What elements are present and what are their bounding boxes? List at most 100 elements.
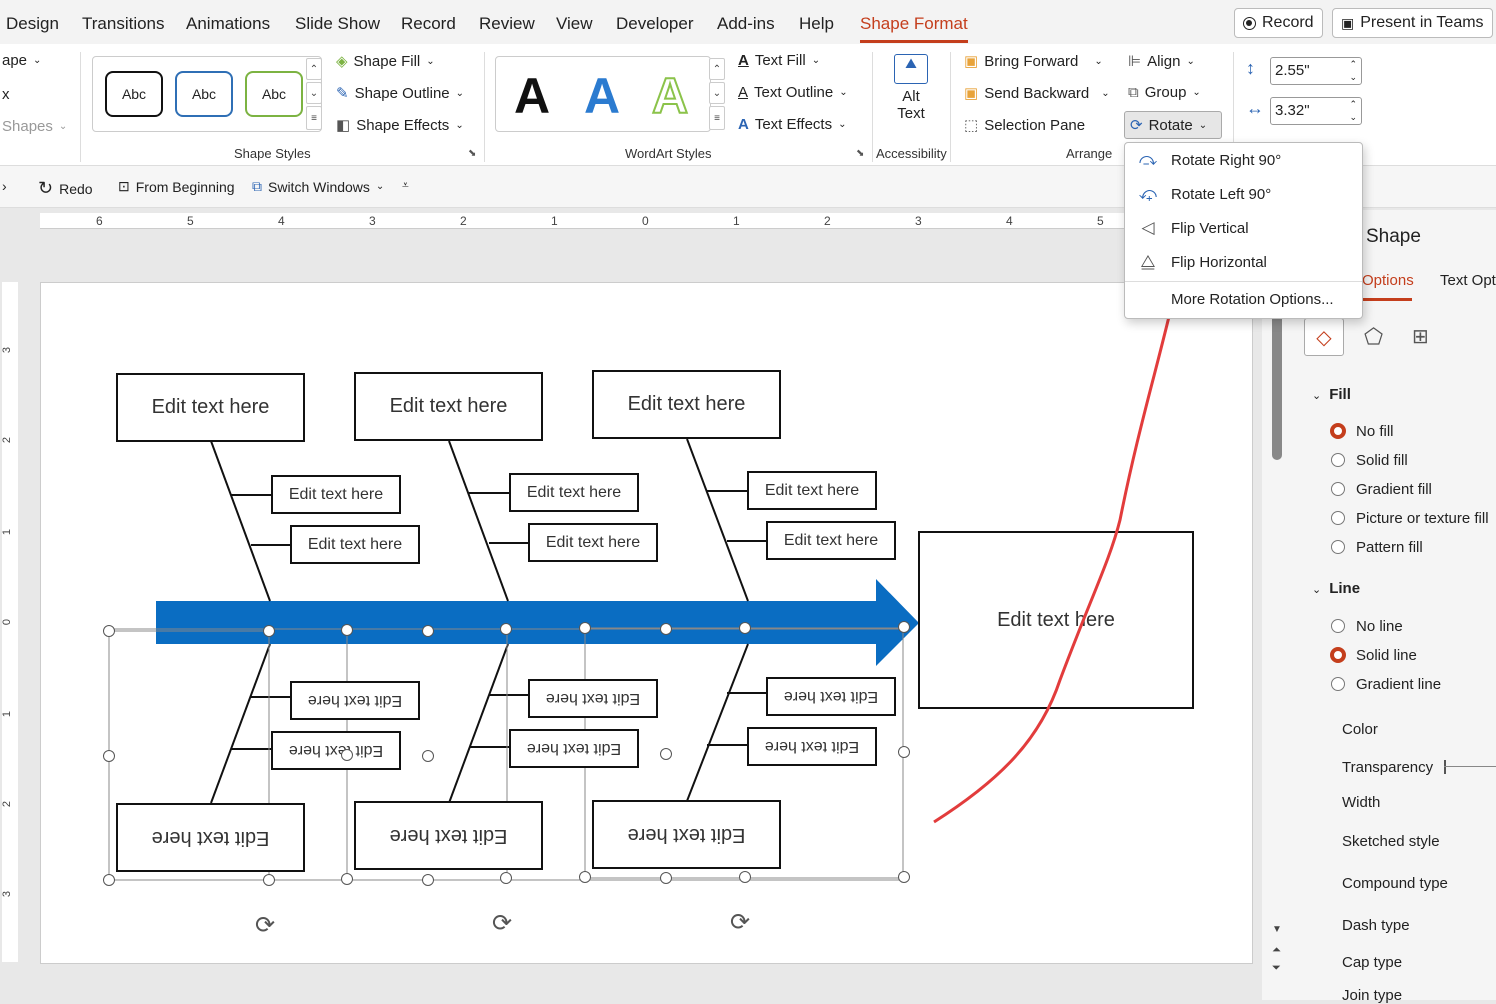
partial-text-box[interactable]: x <box>2 86 10 103</box>
line-section-header[interactable]: ⌄ Line <box>1312 580 1360 597</box>
resize-handle[interactable] <box>341 749 353 761</box>
tab-shape-options[interactable]: Options <box>1362 272 1414 289</box>
resize-handle[interactable] <box>103 750 115 762</box>
rotation-handle-icon[interactable]: ⟳ <box>730 908 750 937</box>
resize-handle[interactable] <box>898 871 910 883</box>
radio-solid-line[interactable] <box>1330 647 1346 663</box>
cause-head-box[interactable]: Edit text here <box>354 372 543 441</box>
alt-text-button[interactable]: ⛰ Alt Text <box>888 54 934 134</box>
shape-style-3[interactable]: Abc <box>245 71 303 117</box>
resize-handle[interactable] <box>103 625 115 637</box>
resize-handle[interactable] <box>579 871 591 883</box>
resize-handle[interactable] <box>422 874 434 886</box>
rotation-handle-icon[interactable]: ⟳ <box>255 911 275 940</box>
rotate-button-label[interactable]: ⟳ Rotate ⌄ <box>1130 116 1207 135</box>
tab-animations[interactable]: Animations <box>186 14 270 34</box>
tab-text-options[interactable]: Text Opt <box>1440 272 1496 289</box>
text-outline-button[interactable]: A Text Outline ⌄ <box>738 84 848 101</box>
shape-style-1[interactable]: Abc <box>105 71 163 117</box>
cause-head-box[interactable]: Edit text here <box>116 373 305 442</box>
radio-gradient-fill[interactable] <box>1331 482 1345 496</box>
resize-handle[interactable] <box>263 625 275 637</box>
tab-developer[interactable]: Developer <box>616 14 694 34</box>
radio-pattern-fill[interactable] <box>1331 540 1345 554</box>
wordart-more[interactable]: ≡ <box>709 106 725 130</box>
fill-section-header[interactable]: ⌄ Fill <box>1312 386 1351 403</box>
send-backward-button[interactable]: ▣ Send Backward ⌄ <box>964 84 1110 103</box>
sub-cause-box[interactable]: Edit text here <box>509 473 639 512</box>
align-button[interactable]: ⊫ Align ⌄ <box>1128 52 1195 71</box>
fill-line-icon[interactable]: ◇ <box>1304 318 1344 356</box>
radio-no-fill[interactable] <box>1330 423 1346 439</box>
width-input[interactable]: 3.32" ⌃ ⌄ <box>1270 97 1362 125</box>
slide-canvas[interactable]: Edit text here Edit text here Edit text … <box>40 282 1253 964</box>
resize-handle[interactable] <box>341 873 353 885</box>
tab-shape-format[interactable]: Shape Format <box>860 14 968 34</box>
transparency-track[interactable] <box>1444 766 1496 767</box>
wordart-style-1[interactable]: A <box>514 67 550 125</box>
present-in-teams-button[interactable]: ▣ Present in Teams <box>1332 8 1493 38</box>
switch-windows-button[interactable]: ⧉ Switch Windows ⌄ <box>252 178 384 195</box>
resize-handle[interactable] <box>103 874 115 886</box>
cause-head-box[interactable]: Edit text here <box>592 370 781 439</box>
resize-handle[interactable] <box>263 874 275 886</box>
menu-item-more-rotation-options[interactable]: More Rotation Options... <box>1125 283 1362 315</box>
undo-partial[interactable]: › <box>2 178 7 194</box>
gallery-more[interactable]: ≡ <box>306 106 322 130</box>
shape-effects-button[interactable]: ◧ Shape Effects ⌄ <box>336 116 464 135</box>
selection-pane-button[interactable]: ⬚ Selection Pane <box>964 116 1085 135</box>
tab-review[interactable]: Review <box>479 14 535 34</box>
wordart-style-2[interactable]: A <box>584 67 620 125</box>
height-input[interactable]: 2.55" ⌃ ⌄ <box>1270 57 1362 85</box>
sub-cause-box[interactable]: Edit text here <box>271 475 401 514</box>
dialog-launcher-icon[interactable]: ⬊ <box>856 148 864 159</box>
tab-view[interactable]: View <box>556 14 593 34</box>
menu-item-flip-vertical[interactable]: ◁ Flip Vertical <box>1125 212 1362 244</box>
customize-qat-icon[interactable]: ⩡ <box>402 178 409 193</box>
gallery-scroll-down[interactable]: ⌄ <box>306 82 322 104</box>
tab-add-ins[interactable]: Add-ins <box>717 14 775 34</box>
sub-cause-box-flipped[interactable]: Edit text here <box>528 679 658 718</box>
resize-handle[interactable] <box>898 621 910 633</box>
shape-outline-button[interactable]: ✎ Shape Outline ⌄ <box>336 84 464 103</box>
sub-cause-box[interactable]: Edit text here <box>747 471 877 510</box>
sub-cause-box-flipped[interactable]: Edit text here <box>290 681 420 720</box>
resize-handle[interactable] <box>500 623 512 635</box>
group-button[interactable]: ⧉ Group ⌄ <box>1128 84 1201 101</box>
cause-head-box-flipped[interactable]: Edit text here <box>354 801 543 870</box>
sub-cause-box-flipped[interactable]: Edit text here <box>509 729 639 768</box>
radio-gradient-line[interactable] <box>1331 677 1345 691</box>
tab-design[interactable]: Design <box>6 14 59 34</box>
cause-head-box-flipped[interactable]: Edit text here <box>116 803 305 872</box>
redo-button[interactable]: ↻ Redo <box>38 178 93 199</box>
sub-cause-box-flipped[interactable]: Edit text here <box>766 677 896 716</box>
scroll-down-icon[interactable]: ▼ <box>1272 924 1282 935</box>
effect-box[interactable]: Edit text here <box>918 531 1194 709</box>
tab-record[interactable]: Record <box>401 14 456 34</box>
shape-style-2[interactable]: Abc <box>175 71 233 117</box>
wordart-style-3[interactable]: A <box>651 67 689 125</box>
resize-handle[interactable] <box>579 622 591 634</box>
resize-handle[interactable] <box>422 750 434 762</box>
effects-pentagon-icon[interactable]: ⬠ <box>1364 324 1383 350</box>
resize-handle[interactable] <box>660 623 672 635</box>
rotation-handle-icon[interactable]: ⟳ <box>492 909 512 938</box>
sub-cause-box[interactable]: Edit text here <box>290 525 420 564</box>
wordart-scroll-down[interactable]: ⌄ <box>709 82 725 104</box>
resize-handle[interactable] <box>739 622 751 634</box>
shape-fill-button[interactable]: ◈ Shape Fill ⌄ <box>336 52 435 71</box>
gallery-scroll-up[interactable]: ⌃ <box>306 58 322 80</box>
resize-handle[interactable] <box>422 625 434 637</box>
radio-solid-fill[interactable] <box>1331 453 1345 467</box>
radio-picture-fill[interactable] <box>1331 511 1345 525</box>
menu-item-rotate-left[interactable]: ⤽ Rotate Left 90° <box>1125 178 1362 210</box>
next-slide-icon[interactable]: ⏷ <box>1272 962 1281 975</box>
tab-slide-show[interactable]: Slide Show <box>295 14 380 34</box>
prev-slide-icon[interactable]: ⏶ <box>1272 944 1281 957</box>
transparency-slider[interactable] <box>1444 760 1446 774</box>
cause-head-box-flipped[interactable]: Edit text here <box>592 800 781 869</box>
record-button[interactable]: Record <box>1234 8 1323 38</box>
text-fill-button[interactable]: A Text Fill ⌄ <box>738 52 820 69</box>
partial-edit-shape[interactable]: ape ⌄ <box>2 52 41 69</box>
resize-handle[interactable] <box>660 872 672 884</box>
